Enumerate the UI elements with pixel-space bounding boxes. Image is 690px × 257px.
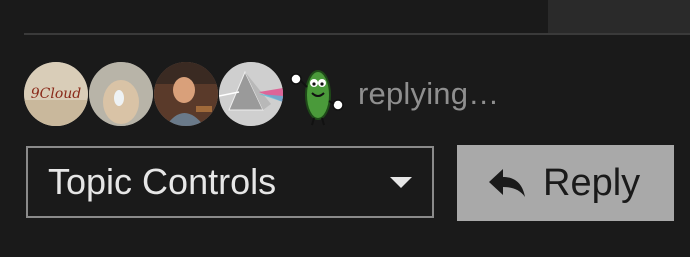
top-panel-edge xyxy=(548,0,690,33)
divider xyxy=(24,33,690,35)
avatar-prism[interactable] xyxy=(219,62,283,126)
chevron-down-icon xyxy=(390,177,412,188)
reply-arrow-icon xyxy=(487,163,527,203)
topic-controls-label: Topic Controls xyxy=(48,161,277,202)
replying-indicator: 9Cloud replying… xyxy=(24,61,499,127)
avatar-hand[interactable] xyxy=(89,62,153,126)
replying-status-text: replying… xyxy=(358,76,500,111)
avatar-pickle[interactable] xyxy=(284,61,348,127)
reply-button[interactable]: Reply xyxy=(457,145,674,221)
topic-controls-dropdown[interactable]: Topic Controls xyxy=(26,146,434,218)
avatar-man[interactable] xyxy=(154,62,218,126)
svg-text:9Cloud: 9Cloud xyxy=(31,86,82,102)
topic-footer: 9Cloud replying… Topic Controls Reply xyxy=(0,0,690,257)
avatar-9cloud[interactable]: 9Cloud xyxy=(24,62,88,126)
reply-button-label: Reply xyxy=(543,161,641,204)
